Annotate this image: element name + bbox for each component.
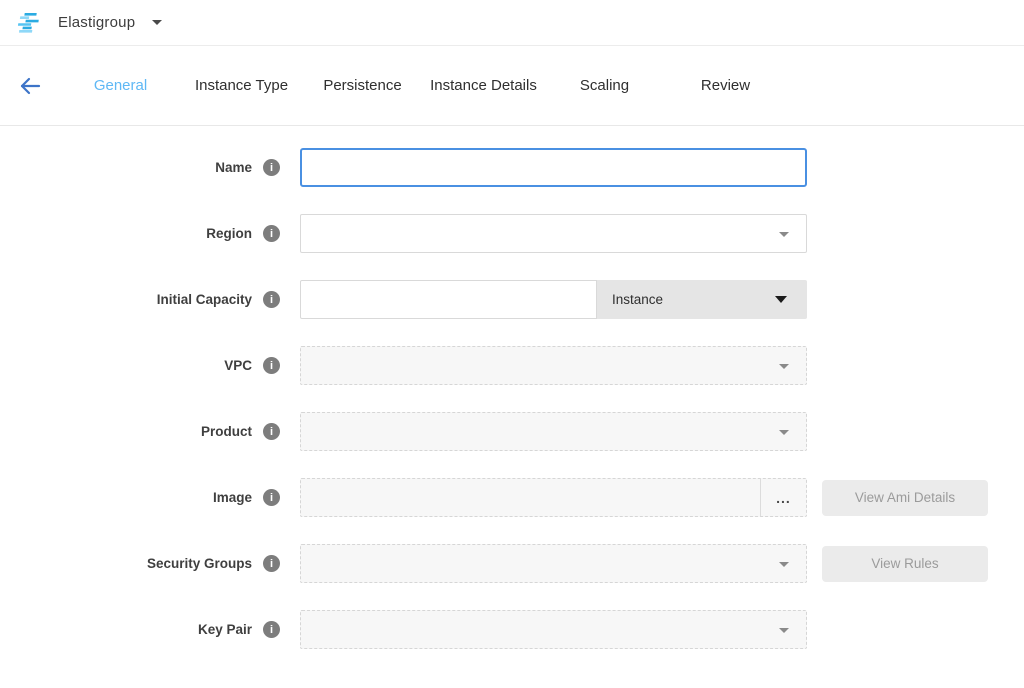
image-row: Image i ... View Ami Details [0,478,1024,517]
initial-capacity-label: Initial Capacity [157,292,252,307]
initial-capacity-row: Initial Capacity i Instance [0,280,1024,319]
tab-instance-type[interactable]: Instance Type [181,77,302,94]
image-value [301,479,760,516]
capacity-unit-select[interactable]: Instance [597,280,807,319]
initial-capacity-input[interactable] [300,280,597,319]
info-icon[interactable]: i [263,225,280,242]
info-icon[interactable]: i [263,423,280,440]
back-button[interactable] [0,77,60,95]
app-title: Elastigroup [58,14,135,31]
tab-instance-details[interactable]: Instance Details [423,77,544,94]
wizard-tab-bar: General Instance Type Persistence Instan… [0,46,1024,126]
info-icon[interactable]: i [263,489,280,506]
name-label: Name [215,160,252,175]
key-pair-select[interactable] [300,610,807,649]
security-groups-row: Security Groups i View Rules [0,544,1024,583]
info-icon[interactable]: i [263,621,280,638]
tab-general[interactable]: General [60,77,181,94]
chevron-down-icon [152,20,162,25]
top-bar: Elastigroup [0,0,1024,46]
info-icon[interactable]: i [263,291,280,308]
chevron-down-icon [779,364,789,369]
chevron-down-icon [779,430,789,435]
vpc-select[interactable] [300,346,807,385]
product-label: Product [201,424,252,439]
view-ami-details-button[interactable]: View Ami Details [822,480,988,516]
vpc-row: VPC i [0,346,1024,385]
chevron-down-icon [779,628,789,633]
region-label: Region [206,226,252,241]
chevron-down-icon [779,232,789,237]
product-select[interactable] [300,412,807,451]
image-label: Image [213,490,252,505]
info-icon[interactable]: i [263,159,280,176]
tabs: General Instance Type Persistence Instan… [60,77,786,94]
vpc-label: VPC [224,358,252,373]
view-rules-button[interactable]: View Rules [822,546,988,582]
image-input[interactable]: ... [300,478,807,517]
region-select[interactable] [300,214,807,253]
capacity-unit-value: Instance [612,292,663,307]
back-arrow-icon [19,77,41,95]
info-icon[interactable]: i [263,555,280,572]
name-row: Name i [0,148,1024,187]
general-settings-form: Name i Region i Initial Capacity i [0,126,1024,649]
chevron-down-icon [779,562,789,567]
security-groups-label: Security Groups [147,556,252,571]
key-pair-label: Key Pair [198,622,252,637]
product-row: Product i [0,412,1024,451]
tab-review[interactable]: Review [665,77,786,94]
tab-persistence[interactable]: Persistence [302,77,423,94]
image-browse-button[interactable]: ... [761,479,806,516]
tab-scaling[interactable]: Scaling [544,77,665,94]
name-input[interactable] [300,148,807,187]
key-pair-row: Key Pair i [0,610,1024,649]
elastigroup-logo-icon [14,11,40,35]
app-switcher[interactable]: Elastigroup [14,11,162,35]
region-row: Region i [0,214,1024,253]
chevron-down-icon [775,296,787,303]
info-icon[interactable]: i [263,357,280,374]
security-groups-select[interactable] [300,544,807,583]
